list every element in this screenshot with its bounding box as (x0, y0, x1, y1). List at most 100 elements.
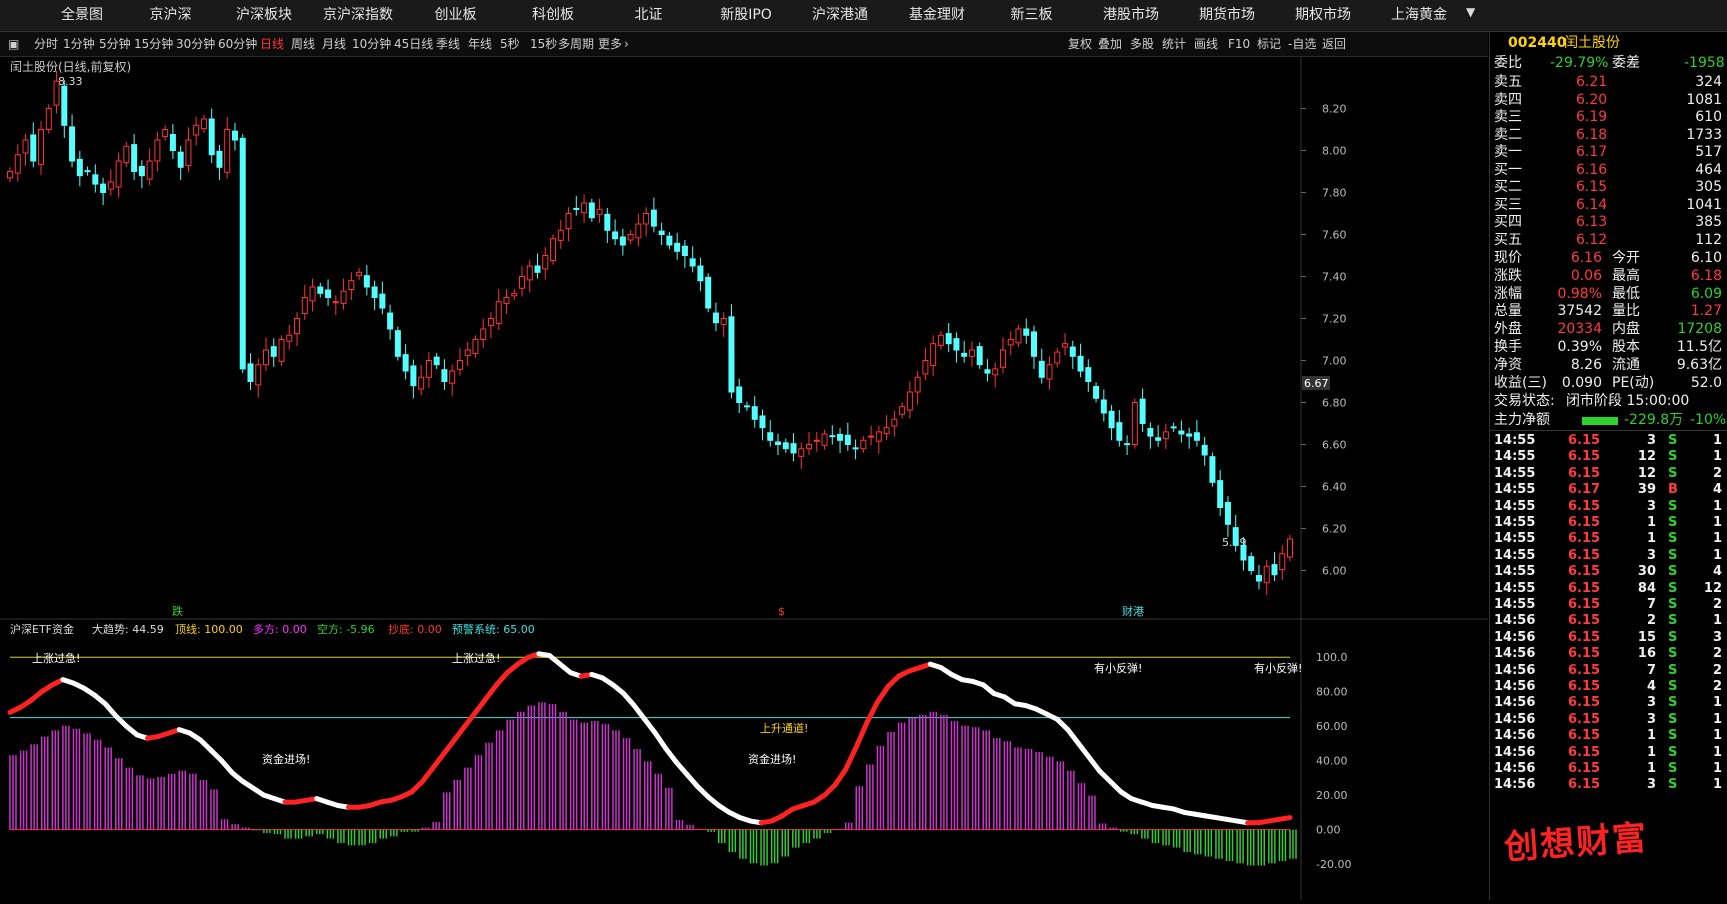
tool-1[interactable]: 叠加 (1098, 32, 1122, 56)
stat-row: 换手 0.39% 股本 11.5亿 (1494, 339, 1722, 355)
trade-row: 14:55 6.15 84 S 12 (1494, 580, 1722, 596)
nav-tab-5[interactable]: 科创板 (528, 0, 578, 31)
nav-tab-1[interactable]: 京沪深 (143, 0, 198, 31)
tool-0[interactable]: 复权 (1068, 32, 1092, 56)
nav-tab-3[interactable]: 京沪深指数 (323, 0, 393, 31)
trade-status-label: 交易状态: (1494, 393, 1555, 409)
signal-label: 上涨过急! (32, 651, 80, 665)
nav-tab-10[interactable]: 新三板 (1009, 0, 1054, 31)
period-16[interactable]: 更多 (598, 32, 622, 56)
candle (278, 335, 285, 366)
more-chevron-icon[interactable]: › (624, 32, 629, 56)
signal-label: 有小反弹! (1094, 661, 1142, 675)
period-14[interactable]: 15秒 (530, 32, 557, 56)
period-13[interactable]: 5秒 (500, 32, 520, 56)
candle (394, 326, 401, 361)
trade-row: 14:56 6.15 1 S 1 (1494, 744, 1722, 760)
trade-row: 14:56 6.15 1 S 1 (1494, 761, 1722, 776)
nav-tab-8[interactable]: 沪深港通 (810, 0, 870, 31)
stat-row: 涨幅 0.98% 最低 6.09 (1494, 285, 1722, 302)
indicator-value: 大趋势: 44.59 (92, 622, 164, 636)
bid-row: 买四 6.13 385 (1494, 214, 1722, 230)
price-tick-label: 6.80 (1322, 397, 1347, 410)
signal-label: 资金进场! (262, 752, 310, 766)
event-mark: 跌 (172, 604, 183, 618)
candle (550, 234, 557, 265)
signal-label: 上升通道! (760, 721, 808, 735)
tool-3[interactable]: 统计 (1162, 32, 1186, 56)
period-0[interactable]: 分时 (34, 32, 58, 56)
indicator-value: 抄底: 0.00 (388, 622, 442, 636)
tool-6[interactable]: 标记 (1257, 32, 1281, 56)
trade-row: 14:55 6.15 1 S 1 (1494, 531, 1722, 547)
trade-row: 14:55 6.15 12 S 1 (1494, 449, 1722, 465)
tool-2[interactable]: 多股 (1130, 32, 1154, 56)
bid-row: 买一 6.16 464 (1494, 161, 1722, 178)
nav-tab-2[interactable]: 沪深板块 (233, 0, 295, 31)
period-5[interactable]: 60分钟 (218, 32, 257, 56)
trade-status: 闭市阶段 15:00:00 (1566, 393, 1690, 409)
stock-name[interactable]: 闰土股份 (1564, 34, 1620, 53)
stat-row: 涨跌 0.06 最高 6.18 (1494, 267, 1722, 284)
indicator-tick-label: 40.00 (1316, 755, 1348, 768)
period-3[interactable]: 15分钟 (134, 32, 173, 56)
stat-row: 现价 6.16 今开 6.10 (1494, 250, 1722, 266)
tool-8[interactable]: 返回 (1322, 32, 1346, 56)
candle (239, 134, 246, 374)
period-2[interactable]: 5分钟 (99, 32, 131, 56)
period-4[interactable]: 30分钟 (176, 32, 215, 56)
price-tick-label: 6.60 (1322, 439, 1347, 452)
indicator-tick-label: 20.00 (1316, 789, 1348, 802)
price-tick-label: 8.20 (1322, 103, 1347, 116)
tool-7[interactable]: -自选 (1288, 32, 1316, 56)
tool-5[interactable]: F10 (1228, 32, 1250, 56)
bid-row: 买五 6.12 112 (1494, 231, 1722, 248)
tool-4[interactable]: 画线 (1194, 32, 1218, 56)
nav-tab-14[interactable]: 上海黄金 (1388, 0, 1450, 31)
trade-row: 14:55 6.15 3 S 1 (1494, 498, 1722, 514)
nav-tab-9[interactable]: 基金理财 (907, 0, 967, 31)
indicator-name: 沪深ETF资金 (10, 622, 74, 636)
price-tick-label: 7.40 (1322, 271, 1347, 284)
period-12[interactable]: 年线 (468, 32, 492, 56)
nav-tab-11[interactable]: 港股市场 (1100, 0, 1162, 31)
indicator-panel[interactable]: 沪深ETF资金 大趋势: 44.59 顶线: 100.00 多方: 0.00 空方: -… (0, 620, 1488, 900)
price-tick-label: 7.20 (1322, 313, 1347, 326)
price-tick-label: 7.00 (1322, 355, 1347, 368)
trade-row: 14:56 6.15 3 S 1 (1494, 711, 1722, 727)
layout-icon[interactable]: ▣ (8, 32, 19, 56)
trade-row: 14:55 6.15 1 S 1 (1494, 515, 1722, 530)
signal-label: 有小反弹! (1254, 661, 1302, 675)
price-tick-label: 6.00 (1322, 565, 1347, 578)
period-15[interactable]: 多周期 (558, 32, 594, 56)
trade-row: 14:55 6.15 30 S 4 (1494, 564, 1722, 580)
weicha-label: 委差 (1612, 55, 1640, 71)
nav-tab-7[interactable]: 新股IPO (716, 0, 776, 31)
period-7[interactable]: 周线 (291, 32, 315, 56)
nav-tab-12[interactable]: 期货市场 (1196, 0, 1258, 31)
trade-row: 14:56 6.15 7 S 2 (1494, 662, 1722, 678)
period-10[interactable]: 45日线 (394, 32, 433, 56)
stat-row: 收益(三) 0.090 PE(动) 52.0 (1494, 374, 1722, 391)
period-1[interactable]: 1分钟 (63, 32, 95, 56)
nav-tab-0[interactable]: 全景图 (47, 0, 117, 31)
period-8[interactable]: 月线 (322, 32, 346, 56)
period-6[interactable]: 日线 (260, 32, 284, 56)
trade-row: 14:55 6.15 12 S 2 (1494, 465, 1722, 481)
trade-row: 14:55 6.15 3 S 1 (1494, 433, 1722, 448)
candle (976, 342, 983, 369)
trade-row: 14:56 6.15 3 S 1 (1494, 777, 1722, 793)
stock-code: 002440 (1508, 35, 1567, 51)
period-11[interactable]: 季线 (436, 32, 460, 56)
candlestick-chart[interactable]: 闰土股份(日线,前复权) 8.33 5.89 6.67 8.208.007.80… (0, 57, 1488, 620)
nav-tab-4[interactable]: 创业板 (433, 0, 478, 31)
nav-tab-13[interactable]: 期权市场 (1292, 0, 1354, 31)
last-price-tag: 6.67 (1304, 377, 1329, 390)
event-mark: 财港 (1122, 604, 1144, 618)
nav-tab-6[interactable]: 北证 (631, 0, 666, 31)
ask-row: 卖四 6.20 1081 (1494, 91, 1722, 108)
price-chart-svg: 闰土股份(日线,前复权) 8.33 5.89 6.67 8.208.007.80… (0, 57, 1488, 620)
nav-dropdown-icon[interactable]: ▼ (1466, 5, 1475, 19)
period-9[interactable]: 10分钟 (352, 32, 391, 56)
indicator-tick-label: 60.00 (1316, 720, 1348, 733)
